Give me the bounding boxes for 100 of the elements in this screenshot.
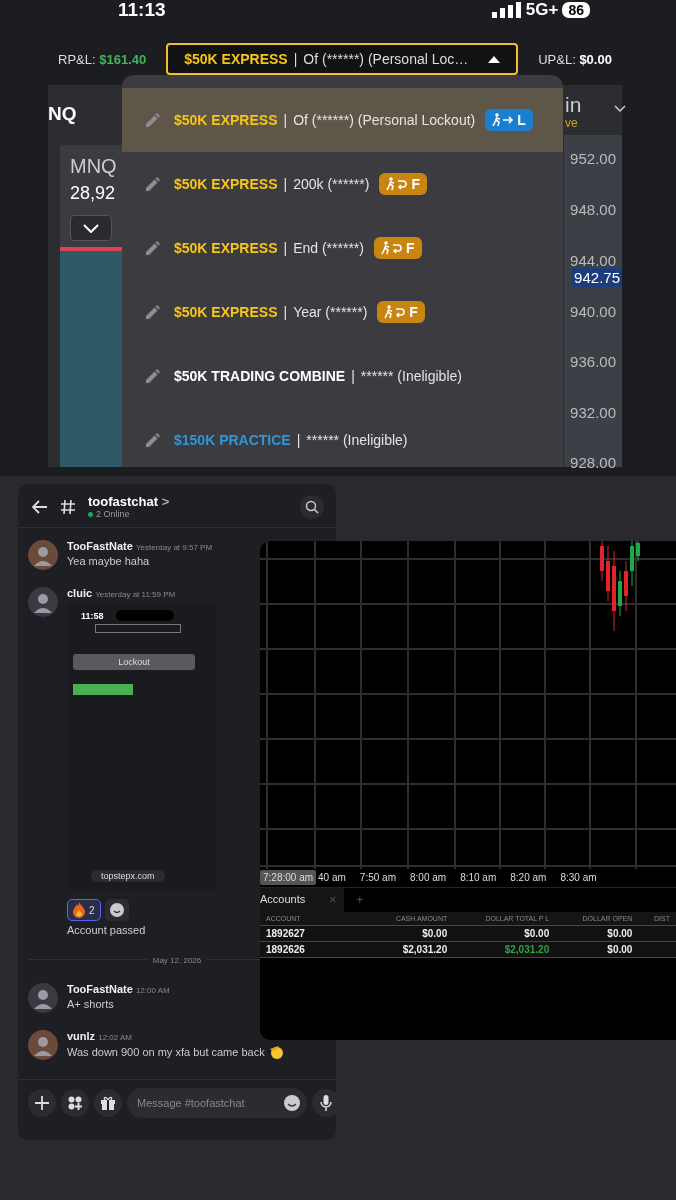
caret-icon [488, 55, 501, 63]
column-header: in [565, 93, 582, 117]
price-label: 928.00 [570, 454, 616, 471]
back-arrow-icon[interactable] [32, 499, 48, 514]
avatar [28, 983, 58, 1013]
price-label: 936.00 [570, 353, 616, 370]
price-label: 942.75 [572, 268, 622, 287]
time-label: 8:10 am [460, 871, 497, 883]
accounts-tab[interactable]: Accounts × [260, 888, 345, 912]
account-label: $150K PRACTICE | ****** (Ineligible) [174, 432, 408, 448]
pencil-icon [146, 369, 160, 383]
signal-icon [491, 2, 522, 18]
pencil-icon [146, 305, 160, 319]
phone-time: 11:58 [81, 610, 104, 621]
hash-icon [60, 498, 76, 515]
battery-indicator: 86 [562, 2, 590, 18]
smiley-icon [109, 903, 124, 917]
column-subtitle: ve [565, 116, 578, 130]
add-button[interactable] [28, 1089, 56, 1117]
channel-title[interactable]: toofastchat > [88, 494, 288, 509]
price-label: 944.00 [570, 252, 616, 269]
candle [636, 541, 640, 562]
avatar [28, 587, 58, 617]
pencil-icon [146, 113, 160, 127]
message-text: Account passed [67, 924, 146, 936]
status-badge: F [379, 173, 427, 195]
author-name[interactable]: TooFastNate [67, 983, 133, 995]
smiley-icon[interactable] [284, 1095, 300, 1111]
candle [606, 545, 610, 602]
contract-price: 28,92 [70, 183, 116, 204]
screenshot-attachment[interactable]: 11:58 Lockout topstepx.com [67, 604, 217, 890]
lockout-button: Lockout [73, 654, 195, 670]
gift-button[interactable] [94, 1089, 122, 1117]
url-bar: topstepx.com [91, 870, 165, 882]
account-label: $50K EXPRESS | Of (******) (Personal Lockout) [174, 112, 476, 128]
symbol-tab[interactable]: NQ [48, 103, 77, 125]
account-label: $50K EXPRESS | 200k (******) [174, 176, 370, 192]
time-label: 8:30 am [560, 871, 597, 883]
chevron-down-icon [83, 223, 99, 233]
flame-icon [73, 902, 85, 918]
time-label: 8:00 am [410, 871, 447, 883]
walking-person-icon [386, 177, 409, 191]
search-button[interactable] [300, 494, 324, 519]
walking-person-icon [380, 241, 403, 255]
apps-button[interactable] [61, 1089, 89, 1117]
reaction-chip[interactable]: 2 [67, 899, 101, 921]
author-name[interactable]: cluic [67, 587, 93, 599]
account-option[interactable]: $150K PRACTICE | ****** (Ineligible) [122, 408, 563, 467]
candle [624, 560, 628, 612]
time-label: 7:28:00 am [260, 869, 317, 885]
online-count: 2 Online [88, 509, 288, 519]
account-option[interactable]: $50K EXPRESS | Year (******) F [122, 280, 563, 344]
message-time: 12:00 AM [135, 986, 170, 995]
account-label: $50K EXPRESS | End (******) [174, 240, 364, 256]
status-badge: F [373, 237, 422, 259]
expand-button[interactable] [70, 215, 112, 241]
message-text: Was down 900 on my xfa but came back [67, 1046, 265, 1058]
network-label: 5G+ [525, 0, 559, 20]
account-option[interactable]: $50K EXPRESS | 200k (******) F [122, 152, 563, 216]
account-label: $50K EXPRESS | Year (******) [174, 304, 368, 320]
avatar [28, 540, 58, 570]
price-label: 932.00 [570, 404, 616, 421]
message-time: Yesterday at 11:59 PM [95, 590, 176, 599]
account-option[interactable]: $50K EXPRESS | End (******) F [122, 216, 563, 280]
account-option[interactable]: $50K TRADING COMBINE | ****** (Ineligible) [122, 344, 563, 408]
time-label: 7:50 am [359, 871, 396, 883]
message-text: A+ shorts [67, 998, 114, 1010]
unrealized-pnl: UP&L: $0.00 [538, 51, 612, 67]
status-time: 11:13 [118, 0, 166, 21]
status-badge: F [377, 301, 425, 323]
pencil-icon [146, 241, 160, 255]
message-time: Yesterday at 9:57 PM [135, 543, 213, 552]
walking-person-icon [384, 305, 407, 319]
contract-symbol: MNQ [70, 155, 117, 178]
author-name[interactable]: vunlz [67, 1030, 96, 1042]
dynamic-island [115, 610, 174, 621]
candle [630, 541, 634, 587]
account-select[interactable]: $50K EXPRESS | Of (******) (Personal Loc… [166, 43, 519, 75]
microphone-icon [320, 1095, 332, 1111]
message-text: Yea maybe haha [67, 555, 150, 567]
account-option[interactable]: $50K EXPRESS | Of (******) (Personal Lockout) L [122, 88, 563, 152]
price-label: 940.00 [570, 303, 616, 320]
price-label: 952.00 [570, 150, 616, 167]
plus-icon [35, 1096, 49, 1110]
add-reaction-button[interactable] [104, 899, 129, 921]
microphone-button[interactable] [312, 1089, 336, 1117]
pencil-icon [146, 433, 160, 447]
realized-pnl: RP&L: $161.40 [58, 51, 147, 67]
status-badge: L [485, 109, 533, 131]
avatar [28, 1030, 58, 1060]
message-field[interactable]: Message #toofastchat [127, 1088, 307, 1118]
candle [600, 541, 604, 582]
pnl-bar [73, 684, 133, 695]
time-label: 40 am [318, 871, 346, 883]
gift-icon [101, 1096, 115, 1110]
apps-icon [68, 1096, 82, 1110]
chevron-down-icon[interactable] [614, 105, 626, 113]
pencil-icon [146, 177, 160, 191]
message-time: 12:02 AM [98, 1033, 132, 1042]
author-name[interactable]: TooFastNate [67, 540, 133, 552]
